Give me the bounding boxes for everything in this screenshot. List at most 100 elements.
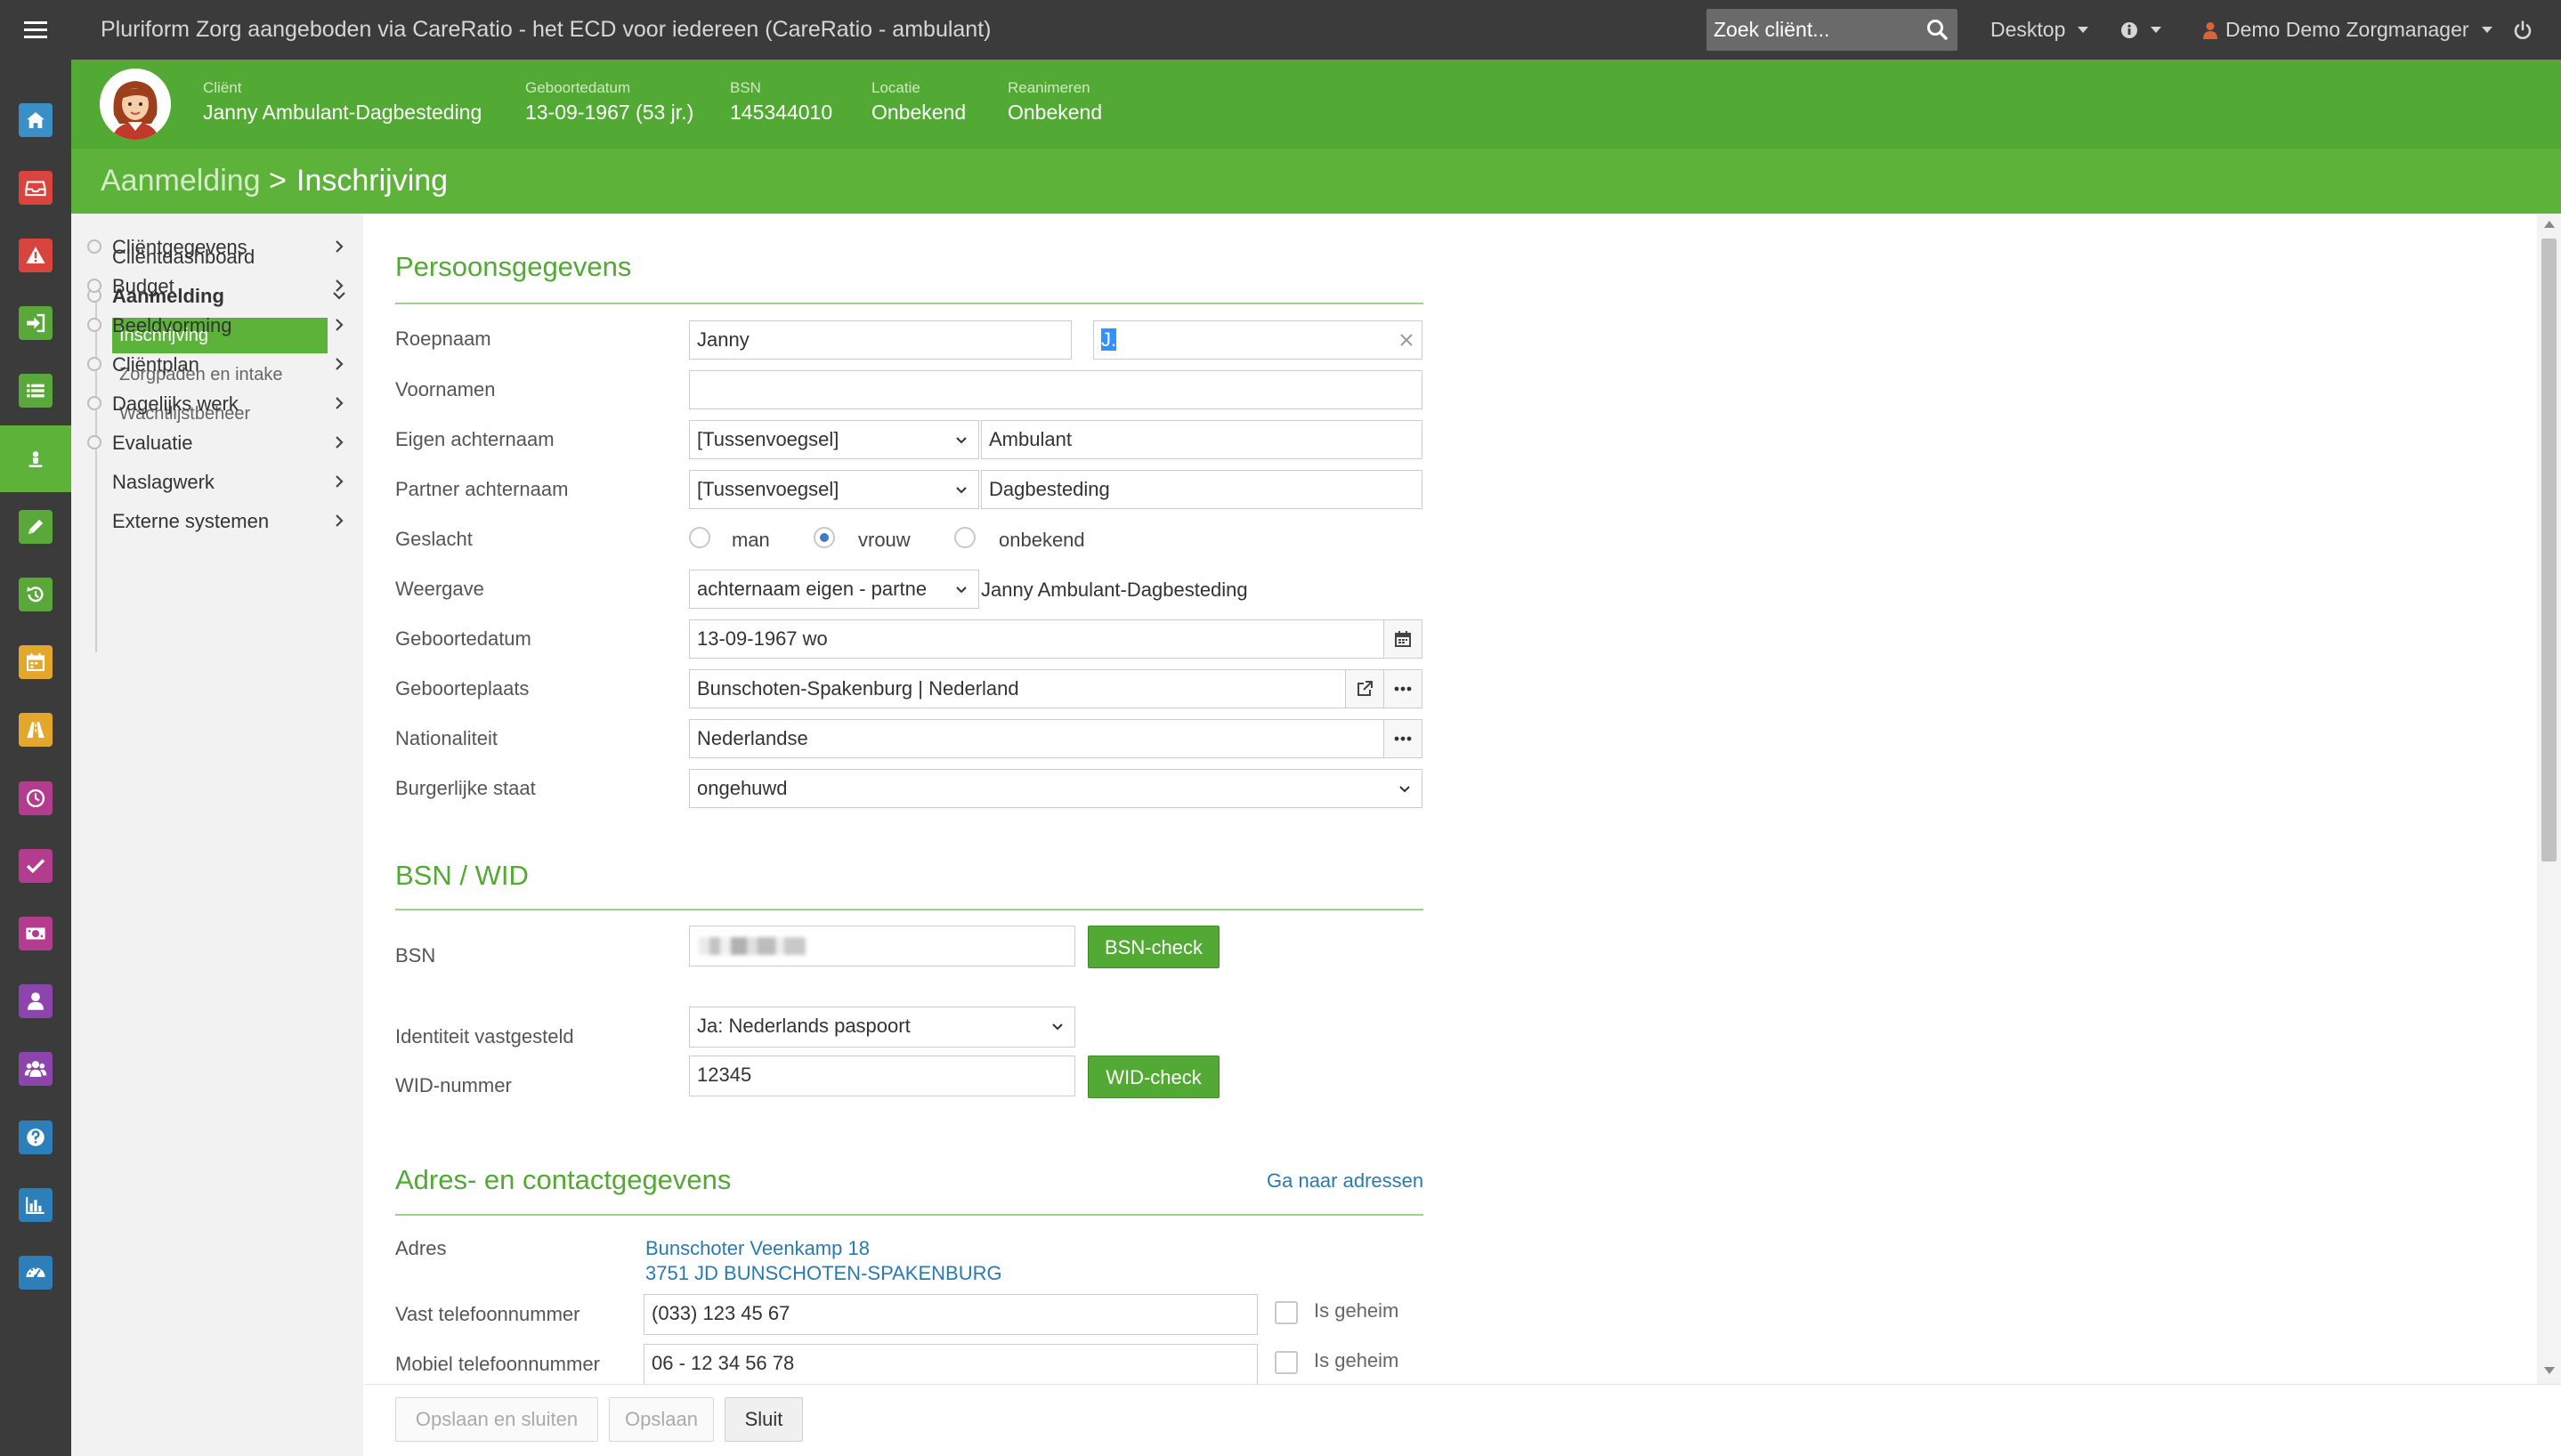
geslacht-option-man[interactable]: man [732, 529, 770, 552]
sidebar-item-beeldvorming[interactable]: Beeldvorming [112, 314, 232, 337]
sidebar-item-budget[interactable]: Budget [112, 275, 174, 298]
save-button[interactable]: Opslaan [609, 1397, 714, 1442]
rail-item-dashboard[interactable] [0, 1239, 71, 1306]
clear-icon[interactable] [1398, 332, 1414, 348]
rail-item-check[interactable] [0, 832, 71, 899]
sidebar-item-naslagwerk[interactable]: Naslagwerk [112, 471, 215, 494]
rail-icon-box [19, 984, 53, 1019]
scrollbar-thumb[interactable] [2541, 239, 2557, 861]
rail-item-warning[interactable] [0, 222, 71, 288]
rail-icon-box [19, 1187, 53, 1222]
eigen-tussenvoegsel-select[interactable]: [Tussenvoegsel] [689, 420, 979, 459]
dashboard-icon [26, 1266, 45, 1278]
save-and-close-button[interactable]: Opslaan en sluiten [395, 1397, 598, 1442]
burgerlijke-staat-select[interactable]: ongehuwd [689, 769, 1422, 808]
section-title-persoonsgegevens: Persoonsgegevens [395, 251, 632, 282]
rail-item-road[interactable] [0, 697, 71, 764]
rail-item-pencil[interactable] [0, 493, 71, 560]
hamburger-menu-button[interactable] [0, 0, 71, 60]
logout-button[interactable] [2512, 0, 2533, 60]
bsn-input[interactable] [689, 926, 1075, 967]
geslacht-radio-man[interactable] [689, 527, 710, 548]
content-scrollbar[interactable] [2537, 214, 2561, 1384]
datepicker-button[interactable] [1383, 620, 1422, 658]
goto-addresses-link[interactable]: Ga naar adressen [1267, 1169, 1423, 1193]
chevron-right-icon[interactable] [331, 278, 347, 294]
roepnaam-input[interactable]: Janny [689, 320, 1072, 360]
rail-item-history[interactable] [0, 561, 71, 627]
rail-icon-box [19, 848, 53, 883]
more-options-button[interactable] [1383, 720, 1422, 757]
rail-item-calendar[interactable] [0, 629, 71, 696]
sidebar-item-externe-systemen[interactable]: Externe systemen [112, 510, 269, 533]
vast-telefoon-input[interactable]: (033) 123 45 67 [644, 1294, 1258, 1335]
mobiel-telefoon-input[interactable]: 06 - 12 34 56 78 [644, 1344, 1258, 1385]
ellipsis-icon [1394, 736, 1412, 741]
client-search-input[interactable] [1706, 9, 1918, 51]
voornamen-input[interactable] [689, 370, 1422, 409]
nav-dot [87, 279, 101, 293]
rail-item-sign-in[interactable] [0, 290, 71, 357]
geboorteplaats-input[interactable]: Bunschoten-Spakenburg | Nederland [689, 669, 1422, 708]
burgerlijke-staat-label: Burgerlijke staat [395, 777, 536, 799]
bsn-check-button[interactable]: BSN-check [1088, 926, 1220, 968]
breadcrumb: Aanmelding > Inschrijving [71, 149, 2561, 214]
initialen-input[interactable]: J. [1093, 320, 1422, 360]
nationaliteit-input[interactable]: Nederlandse [689, 719, 1422, 758]
sidebar-item-dagelijks-werk[interactable]: Dagelijks werk [112, 392, 239, 416]
address-line-2[interactable]: 3751 JD BUNSCHOTEN-SPAKENBURG [645, 1262, 1002, 1285]
chevron-right-icon[interactable] [331, 434, 347, 450]
info-menu[interactable] [2120, 0, 2161, 60]
vast-geheim-label[interactable]: Is geheim [1314, 1299, 1398, 1323]
user-menu[interactable]: Demo Demo Zorgmanager [2202, 0, 2492, 60]
breadcrumb-parent[interactable]: Aanmelding [101, 149, 261, 214]
search-icon[interactable] [1925, 18, 1949, 41]
chevron-right-icon[interactable] [331, 473, 347, 489]
sidebar-item-cli-ntgegevens[interactable]: Cliëntgegevens [112, 236, 247, 259]
identiteit-select[interactable]: Ja: Nederlands paspoort [689, 1007, 1075, 1048]
geslacht-radio-vrouw[interactable] [814, 527, 835, 548]
weergave-select[interactable]: achternaam eigen - partne [689, 570, 979, 609]
rail-item-clock[interactable] [0, 764, 71, 831]
partner-achternaam-input[interactable]: Dagbesteding [981, 470, 1422, 509]
open-external-button[interactable] [1345, 670, 1383, 708]
chevron-right-icon[interactable] [331, 513, 347, 529]
geslacht-option-onbekend[interactable]: onbekend [999, 529, 1085, 552]
rail-icon-box [19, 713, 53, 748]
geslacht-radio-onbekend[interactable] [954, 527, 976, 548]
partner-tussenvoegsel-select[interactable]: [Tussenvoegsel] [689, 470, 979, 509]
geslacht-option-vrouw[interactable]: vrouw [858, 529, 911, 552]
chevron-down-icon [956, 487, 967, 494]
rail-item-user[interactable] [0, 968, 71, 1035]
chevron-right-icon[interactable] [331, 395, 347, 411]
rail-item-home[interactable] [0, 86, 71, 153]
chevron-right-icon[interactable] [331, 317, 347, 333]
chevron-right-icon[interactable] [331, 239, 347, 255]
sidebar-item-cli-ntplan[interactable]: Cliëntplan [112, 353, 199, 376]
client-avatar[interactable] [100, 69, 171, 140]
address-line-1[interactable]: Bunschoter Veenkamp 18 [645, 1237, 870, 1260]
geboortedatum-label: Geboortedatum [395, 627, 531, 650]
main-content[interactable]: Persoonsgegevens Roepnaam Janny J. Voorn… [365, 214, 2537, 1385]
more-options-button[interactable] [1383, 670, 1422, 708]
rail-item-help[interactable] [0, 1104, 71, 1170]
desktop-menu[interactable]: Desktop [1990, 0, 2089, 60]
rail-item-list[interactable] [0, 358, 71, 425]
wid-input[interactable]: 12345 [689, 1056, 1075, 1096]
mobiel-geheim-label[interactable]: Is geheim [1314, 1349, 1398, 1372]
close-button[interactable]: Sluit [725, 1397, 803, 1442]
rail-item-money[interactable] [0, 900, 71, 967]
chevron-right-icon[interactable] [331, 356, 347, 372]
rail-item-group[interactable] [0, 1036, 71, 1103]
sidebar-item-evaluatie[interactable]: Evaluatie [112, 432, 193, 455]
geboortedatum-input[interactable]: 13-09-1967 wo [689, 619, 1422, 659]
mobiel-geheim-checkbox[interactable] [1275, 1351, 1298, 1374]
rail-item-bar-chart[interactable] [0, 1171, 71, 1238]
vast-geheim-checkbox[interactable] [1275, 1301, 1298, 1324]
scroll-up-arrow[interactable] [2544, 221, 2555, 228]
wid-check-button[interactable]: WID-check [1088, 1056, 1220, 1098]
rail-item-inbox[interactable] [0, 154, 71, 221]
eigen-achternaam-input[interactable]: Ambulant [981, 420, 1422, 459]
scroll-down-arrow[interactable] [2544, 1367, 2555, 1374]
rail-item-client[interactable] [0, 425, 71, 492]
